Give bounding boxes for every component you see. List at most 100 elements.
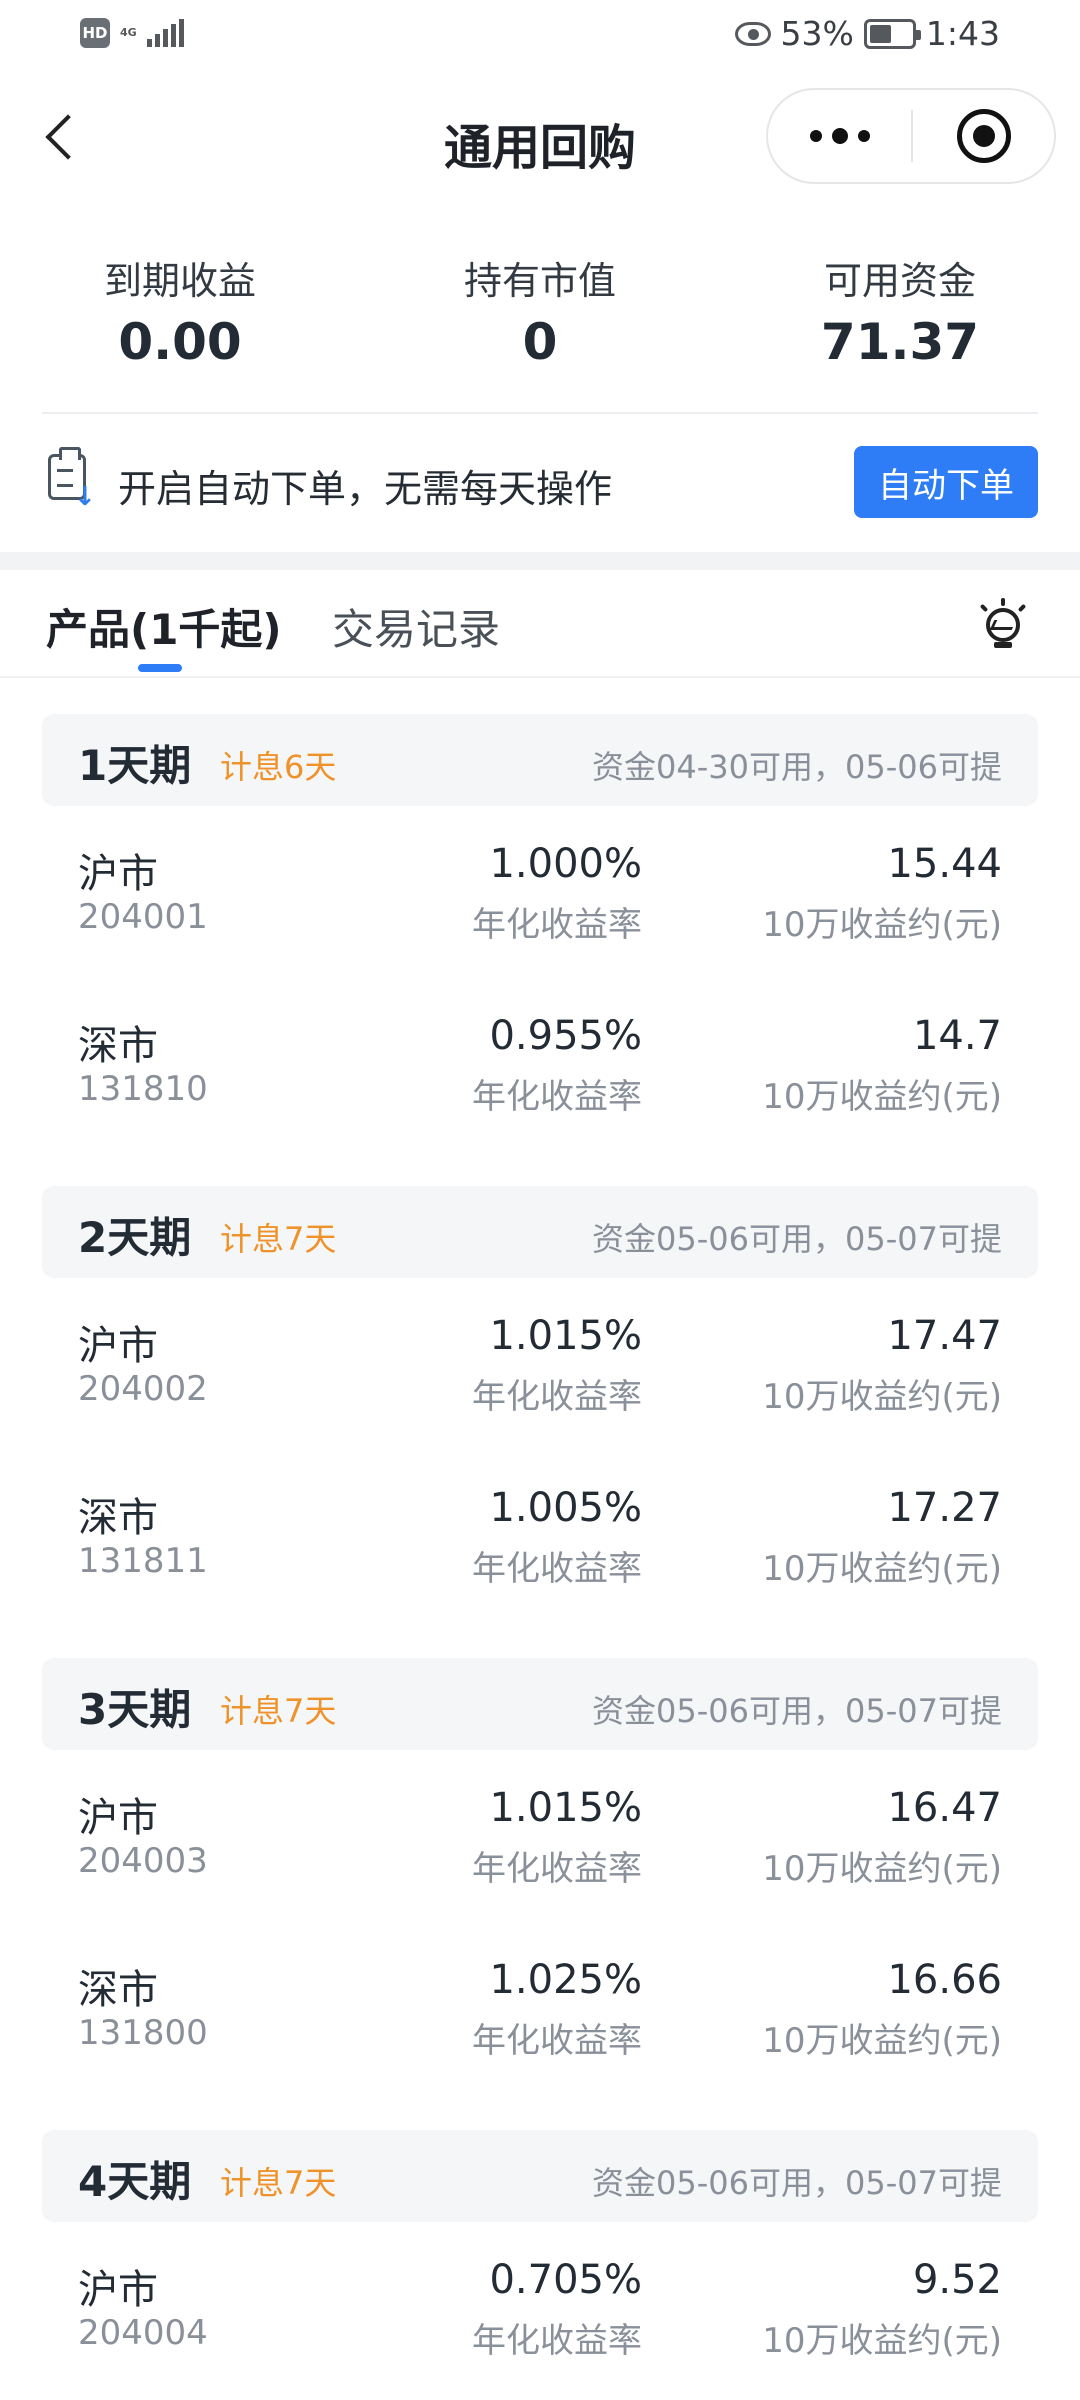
auto-order-text: 开启自动下单，无需每天操作 (118, 467, 613, 511)
account-summary: 到期收益 0.00 持有市值 0 可用资金 71.37 (0, 250, 1080, 371)
target-icon (956, 109, 1011, 163)
group-availability: 资金05-06可用，05-07可提 (592, 1220, 1002, 1258)
summary-available-funds: 可用资金 71.37 (720, 250, 1080, 371)
product-row[interactable]: 沪市 204002 1.015% 年化收益率 17.47 10万收益约(元) (0, 1313, 1080, 1433)
market-name: 深市 (78, 1023, 158, 1069)
annual-rate-label: 年化收益率 (472, 2321, 642, 2361)
group-interest-days: 计息7天 (220, 1692, 337, 1730)
status-right: 53% 1:43 (734, 14, 1000, 53)
summary-maturity-income: 到期收益 0.00 (0, 250, 360, 371)
group-interest-days: 计息7天 (220, 1220, 337, 1258)
estimated-earning: 14.7 (912, 1013, 1002, 1059)
estimated-earning: 17.47 (887, 1313, 1002, 1359)
market-name: 沪市 (78, 1795, 158, 1841)
estimated-earning-label: 10万收益约(元) (762, 1077, 1002, 1117)
summary-label: 到期收益 (103, 259, 256, 303)
annual-rate-label: 年化收益率 (472, 1077, 642, 1117)
estimated-earning: 16.66 (887, 1957, 1002, 2003)
market-name: 深市 (78, 1967, 158, 2013)
section-separator (0, 552, 1080, 570)
group-availability: 资金04-30可用，05-06可提 (592, 748, 1002, 786)
lightbulb-icon[interactable] (979, 598, 1027, 650)
annual-rate-label: 年化收益率 (472, 1549, 642, 1589)
annual-rate-label: 年化收益率 (472, 905, 642, 945)
summary-label: 可用资金 (823, 259, 976, 303)
group-period: 2天期 (78, 1213, 192, 1262)
product-code: 131810 (78, 1069, 208, 1109)
estimated-earning: 16.47 (887, 1785, 1002, 1831)
annual-rate: 0.955% (489, 1013, 642, 1059)
market-name: 深市 (78, 1495, 158, 1541)
divider (42, 412, 1038, 414)
product-code: 204001 (78, 897, 208, 937)
product-row[interactable]: 深市 131800 1.025% 年化收益率 16.66 10万收益约(元) (0, 1957, 1080, 2077)
summary-value: 0.00 (118, 313, 242, 371)
product-code: 204004 (78, 2313, 208, 2353)
tab-trade-records[interactable]: 交易记录 (332, 596, 500, 657)
download-arrow-icon: ↓ (74, 482, 96, 512)
tab-bar: 产品(1千起) 交易记录 (0, 570, 1080, 678)
annual-rate: 1.015% (489, 1785, 642, 1831)
nav-bar: 通用回购 (0, 72, 1080, 202)
tab-products[interactable]: 产品(1千起) (46, 596, 282, 657)
estimated-earning-label: 10万收益约(元) (762, 2021, 1002, 2061)
estimated-earning: 9.52 (912, 2257, 1002, 2303)
signal-icon (146, 19, 184, 47)
annual-rate: 1.015% (489, 1313, 642, 1359)
annual-rate: 0.705% (489, 2257, 642, 2303)
clock: 1:43 (925, 14, 1000, 53)
group-header: 2天期 计息7天 资金05-06可用，05-07可提 (42, 1186, 1038, 1278)
product-code: 204003 (78, 1841, 208, 1881)
group-header: 1天期 计息6天 资金04-30可用，05-06可提 (42, 714, 1038, 806)
annual-rate: 1.000% (489, 841, 642, 887)
estimated-earning-label: 10万收益约(元) (762, 1849, 1002, 1889)
hd-icon: HD (80, 18, 110, 48)
market-name: 沪市 (78, 851, 158, 897)
group-availability: 资金05-06可用，05-07可提 (592, 2164, 1002, 2202)
estimated-earning-label: 10万收益约(元) (762, 1377, 1002, 1417)
product-code: 204002 (78, 1369, 208, 1409)
summary-value: 71.37 (820, 313, 980, 371)
group-header: 4天期 计息7天 资金05-06可用，05-07可提 (42, 2130, 1038, 2222)
group-period: 3天期 (78, 1685, 192, 1734)
status-left: HD 4G (80, 18, 184, 48)
product-row[interactable]: 沪市 204004 0.705% 年化收益率 9.52 10万收益约(元) (0, 2257, 1080, 2377)
close-miniprogram-button[interactable] (913, 90, 1054, 182)
market-name: 沪市 (78, 1323, 158, 1369)
group-period: 4天期 (78, 2157, 192, 2206)
summary-label: 持有市值 (463, 259, 616, 303)
summary-value: 0 (522, 313, 558, 371)
auto-order-bar: ↓ 开启自动下单，无需每天操作 自动下单 (42, 446, 1038, 518)
estimated-earning-label: 10万收益约(元) (762, 905, 1002, 945)
eye-icon (734, 21, 771, 46)
product-code: 131811 (78, 1541, 208, 1581)
battery-percent: 53% (780, 14, 854, 53)
active-tab-indicator (138, 664, 182, 672)
product-row[interactable]: 沪市 204001 1.000% 年化收益率 15.44 10万收益约(元) (0, 841, 1080, 961)
estimated-earning-label: 10万收益约(元) (762, 2321, 1002, 2361)
product-row[interactable]: 深市 131810 0.955% 年化收益率 14.7 10万收益约(元) (0, 1013, 1080, 1133)
annual-rate-label: 年化收益率 (472, 1849, 642, 1889)
battery-icon (863, 18, 921, 49)
summary-holding-value: 持有市值 0 (360, 250, 720, 371)
product-row[interactable]: 深市 131811 1.005% 年化收益率 17.27 10万收益约(元) (0, 1485, 1080, 1605)
annual-rate: 1.025% (489, 1957, 642, 2003)
group-period: 1天期 (78, 741, 192, 790)
market-name: 沪市 (78, 2267, 158, 2313)
group-interest-days: 计息7天 (220, 2164, 337, 2202)
status-bar: HD 4G 53% 1:43 (0, 0, 1080, 72)
annual-rate: 1.005% (489, 1485, 642, 1531)
group-interest-days: 计息6天 (220, 748, 337, 786)
group-header: 3天期 计息7天 资金05-06可用，05-07可提 (42, 1658, 1038, 1750)
auto-order-button[interactable]: 自动下单 (854, 446, 1038, 518)
network-type: 4G (120, 26, 137, 39)
estimated-earning-label: 10万收益约(元) (762, 1549, 1002, 1589)
product-code: 131800 (78, 2013, 208, 2053)
product-row[interactable]: 沪市 204003 1.015% 年化收益率 16.47 10万收益约(元) (0, 1785, 1080, 1905)
annual-rate-label: 年化收益率 (472, 2021, 642, 2061)
estimated-earning: 15.44 (887, 841, 1002, 887)
more-options-icon[interactable] (768, 90, 911, 182)
group-availability: 资金05-06可用，05-07可提 (592, 1692, 1002, 1730)
estimated-earning: 17.27 (887, 1485, 1002, 1531)
annual-rate-label: 年化收益率 (472, 1377, 642, 1417)
